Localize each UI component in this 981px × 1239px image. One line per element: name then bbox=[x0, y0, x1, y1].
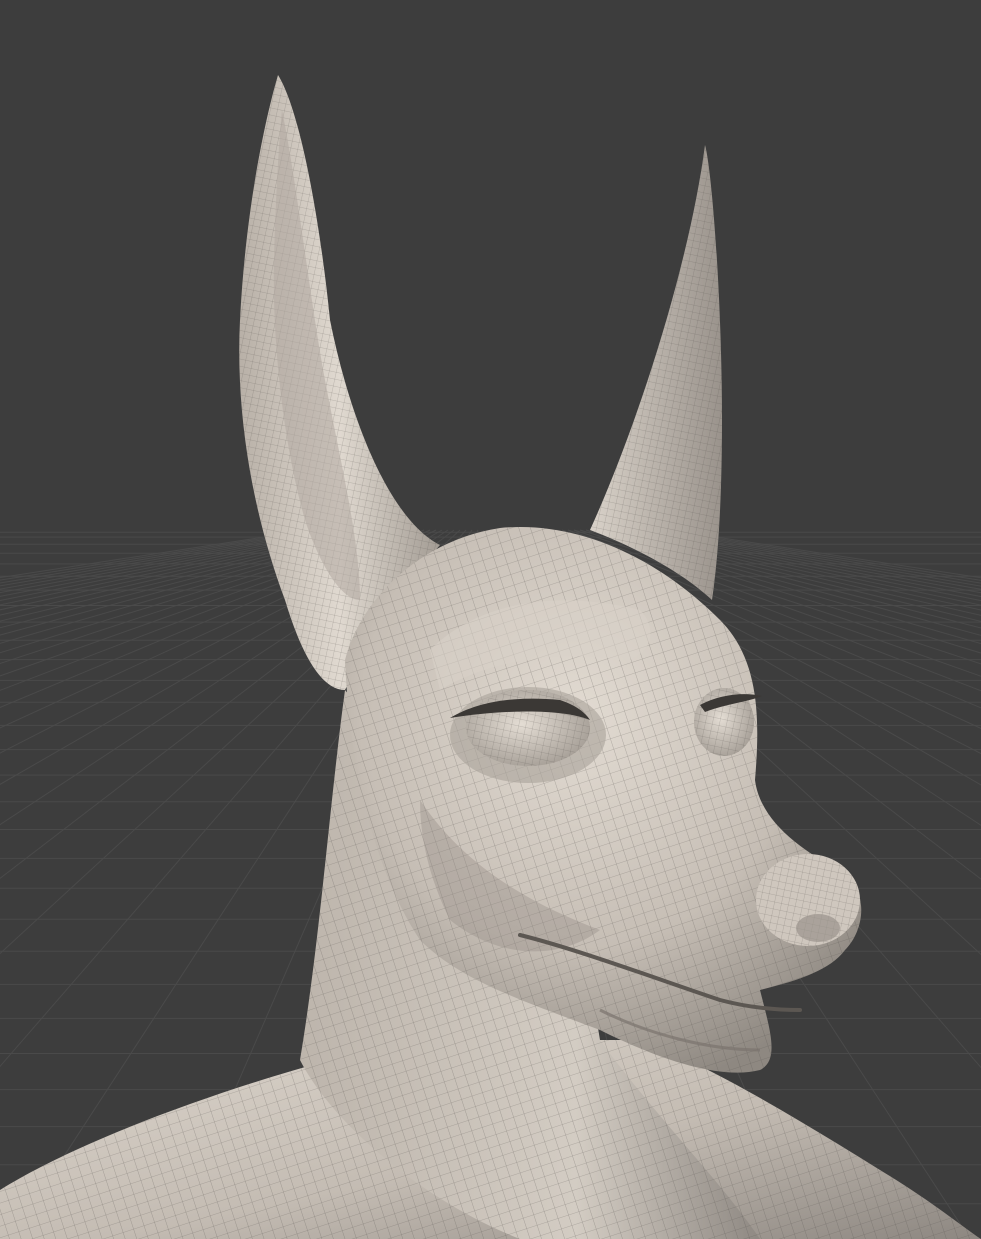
model-ear-right[interactable] bbox=[590, 145, 722, 600]
3d-viewport[interactable] bbox=[0, 0, 981, 1239]
viewport-canvas[interactable] bbox=[0, 0, 981, 1239]
model-eye-left[interactable] bbox=[450, 687, 606, 783]
model-nose[interactable] bbox=[756, 854, 860, 946]
